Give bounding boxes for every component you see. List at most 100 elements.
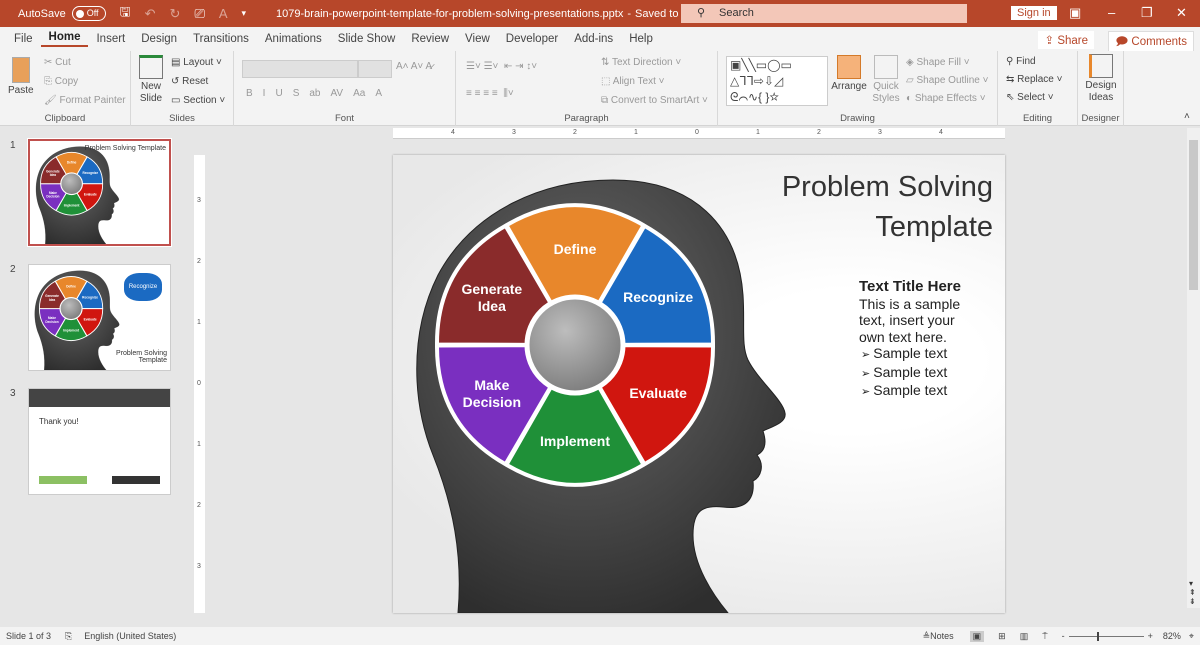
font-format-button[interactable]: ab [309, 88, 320, 99]
list-buttons[interactable]: ☰˅ ☰˅ ⇤ ⇥ ↕˅ [466, 61, 537, 72]
ruler-number: 2 [197, 258, 201, 265]
slideshow-icon[interactable]: ⍑ [1042, 631, 1047, 642]
scrollbar-thumb[interactable] [1189, 140, 1198, 290]
slide-thumbnail-2[interactable]: Recognize Problem Solving Template [28, 264, 171, 371]
ruler-number: 4 [939, 129, 943, 136]
collapse-ribbon-icon[interactable]: ˄ [1184, 111, 1190, 122]
reset-button[interactable]: ↺ Reset [171, 76, 208, 87]
vertical-ruler[interactable]: 3 2 1 0 1 2 3 [194, 155, 205, 613]
font-format-button[interactable]: A [375, 88, 382, 99]
sign-in-button[interactable]: Sign in [1011, 6, 1057, 20]
font-format-button[interactable]: AV [330, 88, 343, 99]
present-icon[interactable]: ⎚ [194, 6, 204, 22]
vertical-scrollbar[interactable]: ▾ ⇞ ⇟ [1187, 128, 1200, 608]
font-format-button[interactable]: U [275, 88, 282, 99]
find-button[interactable]: ⚲ Find [1006, 56, 1036, 67]
slides-group: New Slide ▤ Layout ˅ ↺ Reset ▭ Section ˅… [131, 51, 234, 126]
select-button[interactable]: ⇖ Select ˅ [1006, 92, 1054, 103]
slides-label: Slides [169, 113, 195, 124]
designer-group: Design Ideas Designer [1078, 51, 1124, 126]
tab-view[interactable]: View [457, 33, 498, 45]
zoom-out-button[interactable]: - [1062, 631, 1065, 641]
cut-button[interactable]: ✂ Cut [44, 57, 71, 68]
font-format-button[interactable]: Aa [353, 88, 365, 99]
tab-transitions[interactable]: Transitions [185, 33, 257, 45]
redo-icon[interactable]: ↻ [170, 6, 181, 22]
thumb-button [39, 476, 87, 484]
tab-insert[interactable]: Insert [88, 33, 133, 45]
customize-qat-icon[interactable]: ▾ [242, 8, 247, 19]
format-painter-button[interactable]: 🖌 Format Painter [44, 95, 126, 106]
font-family-select[interactable] [242, 60, 358, 78]
convert-smartart-button[interactable]: ⧉ Convert to SmartArt ˅ [601, 95, 708, 106]
search-placeholder: Search [719, 7, 754, 19]
undo-icon[interactable]: ↶ [145, 6, 156, 22]
zoom-slider[interactable] [1068, 631, 1144, 641]
font-color-icon[interactable]: A [219, 6, 228, 21]
shape-fill-button[interactable]: ◈ Shape Fill ˅ [906, 57, 970, 68]
tab-slide-show[interactable]: Slide Show [330, 33, 404, 45]
tab-developer[interactable]: Developer [498, 33, 566, 45]
slide-thumbnail-1[interactable]: Problem Solving Template [27, 138, 172, 247]
slide-canvas[interactable]: Define Recognize Evaluate Implement Make Deci… [393, 155, 1005, 613]
quick-styles-button[interactable]: Quick Styles [868, 55, 904, 105]
tab-help[interactable]: Help [621, 33, 661, 45]
ruler-number: 1 [197, 441, 201, 448]
autosave-toggle[interactable]: Off [71, 6, 106, 21]
slide-sorter-icon[interactable]: ⊞ [998, 631, 1006, 642]
save-icon[interactable]: 🖫 [120, 3, 131, 25]
font-format-buttons: B I U Sab AV Aa A [246, 88, 382, 99]
zoom-in-button[interactable]: + [1148, 631, 1153, 641]
ribbon-tabs: File Home Insert Design Transitions Animation… [0, 27, 1200, 51]
prev-next-slide-icons[interactable]: ▾ ⇞ ⇟ [1189, 579, 1196, 606]
minimize-icon[interactable]: – [1108, 5, 1115, 20]
shapes-gallery[interactable]: ▣╲╲▭◯▭ △ᒣᒣ⇨⇩◿ ᘓ⌒∿{ }☆ [726, 56, 828, 106]
font-size-buttons[interactable]: A˄ A˅ A̷ [396, 61, 432, 72]
thumb-title: Problem Solving Template [84, 145, 166, 152]
shape-outline-button[interactable]: ▱ Shape Outline ˅ [906, 75, 988, 86]
fit-slide-icon[interactable]: ⌖ [1189, 631, 1194, 642]
replace-button[interactable]: ⇆ Replace ˅ [1006, 74, 1063, 85]
font-format-button[interactable]: S [293, 88, 300, 99]
reading-view-icon[interactable]: ▥ [1020, 631, 1029, 642]
notes-button[interactable]: ≜Notes [923, 631, 954, 642]
align-text-button[interactable]: ⬚ Align Text ˅ [601, 76, 665, 87]
tab-review[interactable]: Review [403, 33, 457, 45]
alignment-buttons[interactable]: ≡ ≡ ≡ ≡ ⫼˅ [466, 88, 514, 99]
normal-view-icon[interactable]: ▣ [969, 630, 985, 642]
tab-design[interactable]: Design [133, 33, 185, 45]
arrange-button[interactable]: Arrange [830, 55, 868, 93]
language-indicator[interactable]: English (United States) [84, 631, 176, 641]
tab-home[interactable]: Home [40, 31, 89, 47]
slide-thumbnail-3[interactable]: Thank you! [28, 388, 171, 495]
slide-body-text[interactable]: Text Title Here This is a sample text, i… [859, 278, 969, 401]
tab-file[interactable]: File [6, 33, 41, 45]
clipboard-label: Clipboard [44, 113, 86, 124]
petal-label: Define [554, 241, 597, 257]
ribbon-display-icon[interactable]: ▣ [1069, 5, 1081, 21]
layout-button[interactable]: ▤ Layout ˅ [171, 57, 222, 68]
tab-animations[interactable]: Animations [257, 33, 330, 45]
shape-effects-button[interactable]: ◐ Shape Effects ˅ [906, 93, 986, 104]
drawing-group: ▣╲╲▭◯▭ △ᒣᒣ⇨⇩◿ ᘓ⌒∿{ }☆ Arrange Quick Styles… [718, 51, 998, 126]
slide-title[interactable]: Problem Solving Template [782, 167, 993, 247]
paste-button[interactable]: Paste [8, 57, 34, 97]
search-input[interactable]: ⚲ Search [681, 4, 967, 23]
text-direction-button[interactable]: ⇅ Text Direction ˅ [601, 57, 681, 68]
zoom-level[interactable]: 82% [1163, 631, 1181, 641]
ruler-number: 2 [573, 129, 577, 136]
spell-check-icon[interactable]: ⎘ [65, 631, 72, 642]
thumb-button [112, 476, 160, 484]
restore-icon[interactable]: ❐ [1141, 5, 1153, 21]
copy-button[interactable]: ⎘ Copy [44, 76, 78, 87]
font-format-button[interactable]: I [263, 88, 266, 99]
tab-add-ins[interactable]: Add-ins [566, 33, 621, 45]
horizontal-ruler[interactable]: 4 3 2 1 0 1 2 3 4 [393, 128, 1005, 139]
share-button[interactable]: ⇪ Share [1038, 31, 1094, 49]
font-size-select[interactable] [358, 60, 392, 78]
section-button[interactable]: ▭ Section ˅ [171, 95, 225, 106]
font-format-button[interactable]: B [246, 88, 253, 99]
design-ideas-button[interactable]: Design Ideas [1082, 54, 1120, 104]
new-slide-button[interactable]: New Slide [135, 55, 167, 105]
close-icon[interactable]: ✕ [1176, 5, 1187, 21]
